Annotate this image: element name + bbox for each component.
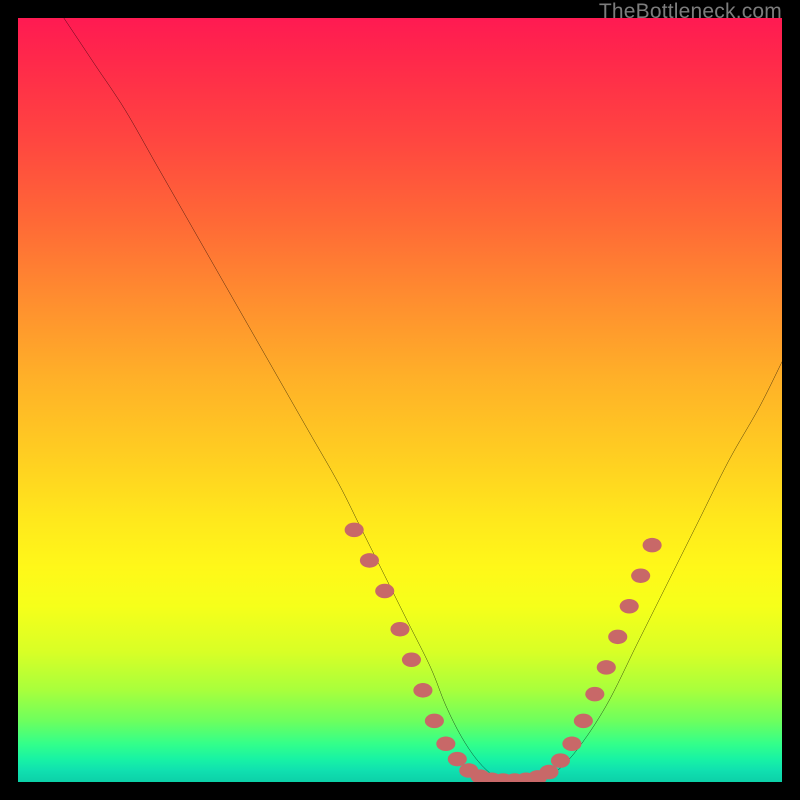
curve-marker: [562, 737, 581, 752]
curve-marker: [631, 568, 650, 583]
curve-marker: [448, 752, 467, 767]
bottleneck-curve: [64, 18, 782, 782]
curve-marker: [620, 599, 639, 614]
curve-marker: [436, 737, 455, 752]
curve-marker: [402, 653, 421, 668]
curve-marker: [345, 523, 364, 538]
curve-marker: [413, 683, 432, 698]
curve-marker: [597, 660, 616, 675]
curve-marker: [608, 630, 627, 645]
bottleneck-curve-group: [64, 18, 782, 782]
curve-marker: [539, 765, 558, 780]
curve-marker: [574, 714, 593, 729]
curve-marker: [375, 584, 394, 599]
curve-marker: [390, 622, 409, 637]
curve-marker: [360, 553, 379, 568]
watermark-text: TheBottleneck.com: [599, 0, 782, 24]
curve-marker: [551, 753, 570, 768]
curve-marker: [425, 714, 444, 729]
curve-marker: [585, 687, 604, 702]
curve-layer: [18, 18, 782, 782]
chart-stage: TheBottleneck.com: [0, 0, 800, 800]
marker-group: [345, 523, 662, 782]
curve-marker: [643, 538, 662, 553]
plot-area: [18, 18, 782, 782]
